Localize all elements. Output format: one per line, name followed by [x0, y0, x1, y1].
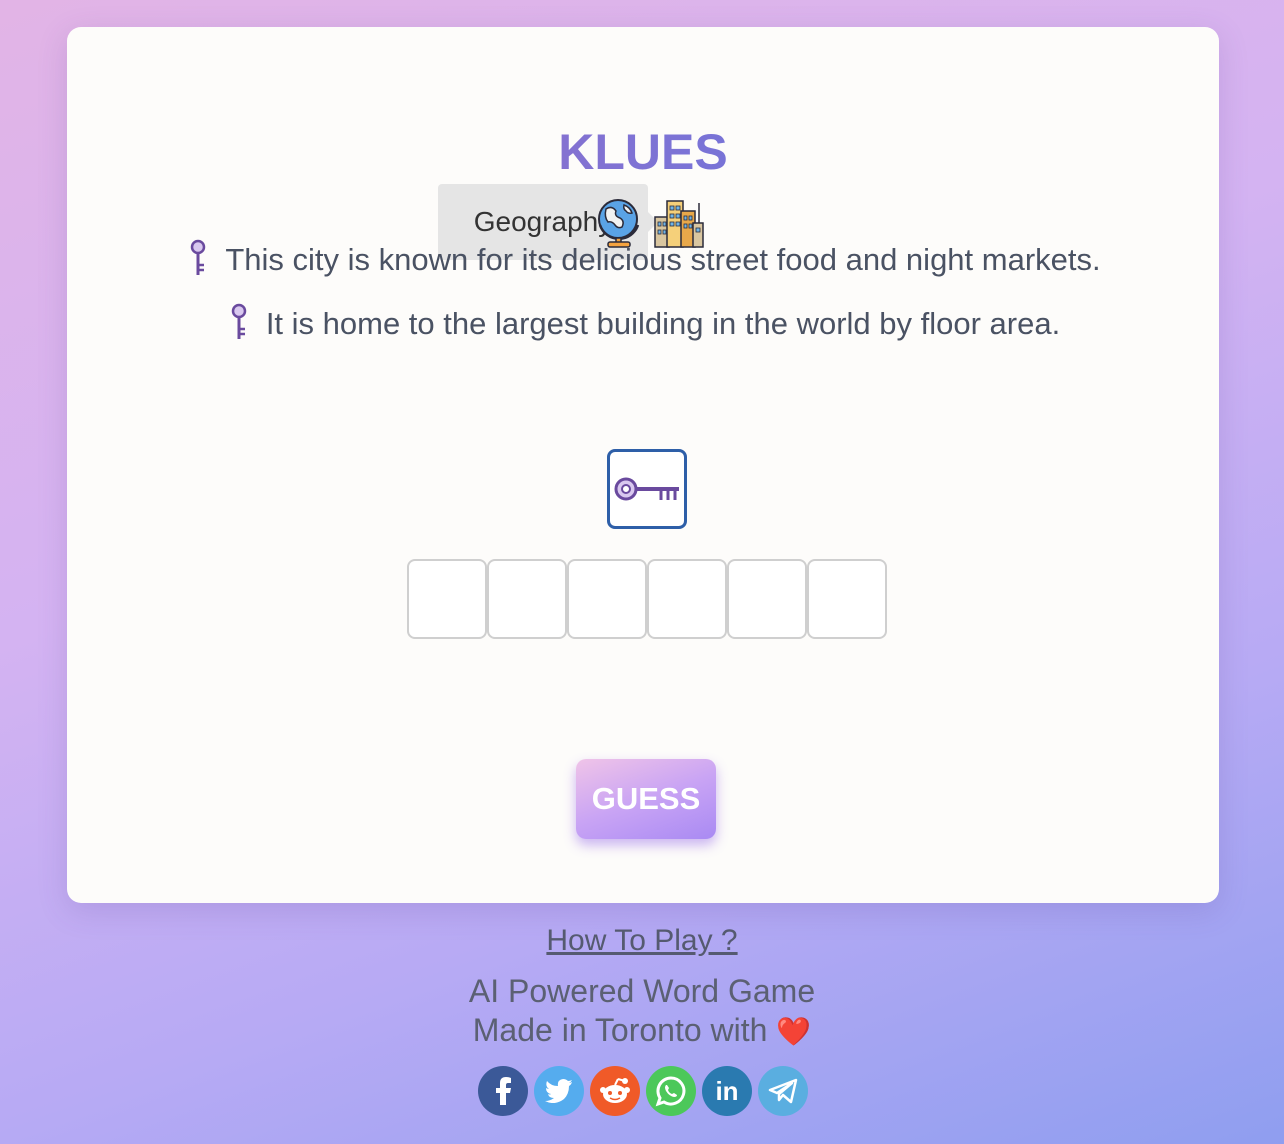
tagline: AI Powered Word Game	[468, 973, 816, 1009]
key-icon	[614, 477, 679, 501]
whatsapp-share-button[interactable]	[646, 1066, 696, 1116]
guess-button[interactable]: GUESS	[576, 759, 716, 839]
letter-slot[interactable]	[807, 559, 887, 639]
clue-2: It is home to the largest building in th…	[67, 303, 1219, 346]
answer-slots	[407, 559, 887, 639]
made-in-text: Made in Toronto with	[472, 1012, 768, 1048]
reddit-share-button[interactable]	[590, 1066, 640, 1116]
key-icon	[231, 303, 247, 339]
linkedin-icon: in	[715, 1075, 739, 1106]
facebook-share-button[interactable]	[478, 1066, 528, 1116]
facebook-icon	[496, 1077, 511, 1105]
telegram-share-button[interactable]	[758, 1066, 808, 1116]
hint-key-button[interactable]	[607, 449, 687, 529]
twitter-share-button[interactable]	[534, 1066, 584, 1116]
clue-1: This city is known for its delicious str…	[67, 239, 1219, 282]
social-share-row: in	[478, 1066, 808, 1116]
letter-slot[interactable]	[647, 559, 727, 639]
clue-1-text: This city is known for its delicious str…	[225, 242, 1101, 277]
how-to-play-link[interactable]: How To Play ?	[0, 924, 1284, 958]
heart-icon: ❤️	[776, 1016, 812, 1047]
letter-slot[interactable]	[407, 559, 487, 639]
game-title: KLUES	[67, 123, 1219, 181]
twitter-icon	[545, 1079, 572, 1103]
key-icon	[191, 239, 206, 275]
letter-slot[interactable]	[487, 559, 567, 639]
clue-2-text: It is home to the largest building in th…	[265, 306, 1061, 341]
made-in-line: Made in Toronto with ❤️	[0, 1012, 1284, 1049]
letter-slot[interactable]	[727, 559, 807, 639]
linkedin-share-button[interactable]: in	[702, 1066, 752, 1116]
letter-slot[interactable]	[567, 559, 647, 639]
reddit-icon	[600, 1078, 630, 1103]
whatsapp-icon	[655, 1076, 686, 1107]
telegram-icon	[768, 1078, 798, 1104]
